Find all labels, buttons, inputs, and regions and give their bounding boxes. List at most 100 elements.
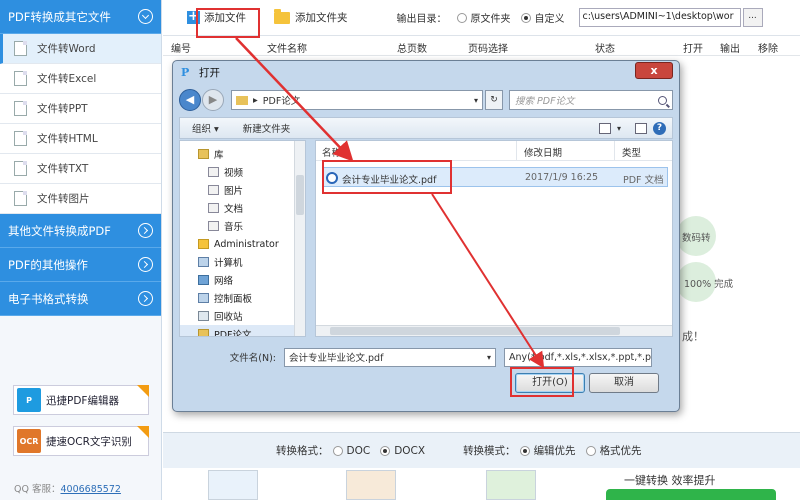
file-table-header: 编号 文件名称 总页数 页码选择 状态 打开 输出 移除 (163, 36, 800, 56)
chevron-right-icon (138, 291, 153, 306)
promo-label: 捷速OCR文字识别 (46, 435, 132, 448)
category-label: PDF转换成其它文件 (8, 9, 111, 24)
output-path-field[interactable]: c:\users\ADMINI~1\desktop\wor (578, 8, 741, 27)
radio-label: 自定义 (534, 14, 565, 25)
radio-label: DOC (346, 444, 371, 457)
sidebar-item-to-image[interactable]: 文件转图片 (0, 184, 161, 214)
add-folder-button[interactable]: 添加文件夹 (270, 7, 352, 29)
nav-item-administrator[interactable]: Administrator (180, 235, 305, 253)
recycle-bin-icon (198, 311, 209, 321)
document-icon (14, 191, 27, 206)
sidebar-item-label: 文件转图片 (37, 193, 90, 205)
folder-icon (198, 329, 209, 336)
control-panel-icon (198, 293, 209, 303)
nav-item-label: 控制面板 (214, 294, 253, 305)
pdf-editor-icon: P (17, 388, 41, 412)
file-type: PDF 文档 (623, 175, 664, 186)
new-folder-button[interactable]: 新建文件夹 (231, 121, 303, 135)
highlight-open-button (510, 367, 574, 397)
sidebar-item-to-ppt[interactable]: 文件转PPT (0, 94, 161, 124)
close-button[interactable]: x (635, 62, 673, 79)
radio-format-priority[interactable] (585, 445, 596, 456)
promo-pdf-editor[interactable]: P 迅捷PDF编辑器 (13, 385, 149, 415)
nav-item-network[interactable]: 网络 (180, 271, 305, 289)
qq-number-link[interactable]: 4006685572 (60, 484, 120, 495)
nav-item-control-panel[interactable]: 控制面板 (180, 289, 305, 307)
nav-item-documents[interactable]: 文档 (180, 199, 305, 217)
category-pdf-other-ops[interactable]: PDF的其他操作 (0, 248, 161, 282)
ocr-icon: OCR (17, 429, 41, 453)
highlight-add-file (196, 8, 260, 38)
help-icon[interactable]: ? (653, 121, 666, 135)
forward-icon[interactable]: ▶ (202, 89, 224, 111)
promo-ocr[interactable]: OCR 捷速OCR文字识别 (13, 426, 149, 456)
sidebar-item-label: 文件转HTML (37, 133, 98, 145)
nav-item-label: Administrator (214, 238, 279, 250)
chevron-right-icon: ▸ (253, 94, 258, 106)
category-label: 其他文件转换成PDF (8, 223, 111, 238)
navigation-pane: 库 视频 图片 文档 音乐 Administrator 计算机 网络 控制面板 … (179, 140, 306, 337)
radio-docx[interactable] (380, 445, 391, 456)
chevron-down-icon[interactable]: ▾ (474, 96, 478, 105)
cancel-button[interactable]: 取消 (589, 373, 659, 393)
nav-item-computer[interactable]: 计算机 (180, 253, 305, 271)
col-modified[interactable]: 修改日期 (524, 145, 562, 159)
nav-item-library[interactable]: 库 (180, 145, 305, 163)
nav-item-recycle-bin[interactable]: 回收站 (180, 307, 305, 325)
bg-partial-text: 数码转 (682, 233, 711, 244)
filename-input[interactable]: 会计专业毕业论文.pdf ▾ (284, 347, 496, 367)
file-type-filter[interactable]: Any(*.pdf,*.xls,*.xlsx,*.ppt,*.pp ▾ (504, 347, 652, 367)
network-icon (198, 275, 209, 285)
category-pdf-to-other[interactable]: PDF转换成其它文件 (0, 0, 161, 34)
sidebar-item-to-excel[interactable]: 文件转Excel (0, 64, 161, 94)
sidebar-item-to-txt[interactable]: 文件转TXT (0, 154, 161, 184)
document-icon (14, 131, 27, 146)
browse-button[interactable]: ... (742, 8, 763, 27)
highlight-selected-file (322, 160, 452, 194)
organize-button[interactable]: 组织 ▾ (180, 121, 231, 135)
radio-custom[interactable] (520, 12, 531, 23)
nav-item-video[interactable]: 视频 (180, 163, 305, 181)
sidebar-item-to-word[interactable]: 文件转Word (0, 34, 161, 64)
radio-original-folder[interactable] (456, 12, 467, 23)
nav-item-label: 图片 (224, 186, 244, 197)
category-other-to-pdf[interactable]: 其他文件转换成PDF (0, 214, 161, 248)
nav-item-music[interactable]: 音乐 (180, 217, 305, 235)
corner-badge (137, 385, 149, 397)
category-ebook-convert[interactable]: 电子书格式转换 (0, 282, 161, 316)
radio-label: DOCX (394, 444, 426, 457)
nav-scrollbar[interactable] (294, 141, 305, 336)
document-icon (14, 71, 27, 86)
radio-edit-priority[interactable] (519, 445, 530, 456)
col-name[interactable]: 名称 (322, 145, 341, 159)
qq-support: QQ 客服：4006685572 (14, 481, 121, 495)
chevron-down-icon[interactable]: ▾ (617, 124, 621, 133)
col-type[interactable]: 类型 (622, 145, 641, 159)
chevron-down-icon[interactable]: ▾ (487, 353, 491, 362)
breadcrumb[interactable]: ▸ PDF论文 ▾ (231, 90, 483, 110)
file-list-scrollbar[interactable] (316, 325, 672, 336)
address-bar: ◀ ▶ ▸ PDF论文 ▾ ↻ 搜索 PDF论文 (179, 87, 673, 113)
refresh-icon[interactable]: ↻ (485, 90, 503, 110)
nav-item-label: PDF论文 (214, 330, 252, 337)
nav-item-label: 网络 (214, 276, 234, 287)
convert-button[interactable] (606, 489, 776, 500)
filename-row: 文件名(N): 会计专业毕业论文.pdf ▾ Any(*.pdf,*.xls,*… (179, 347, 675, 367)
output-dir-label: 输出目录： (396, 14, 447, 25)
nav-item-pictures[interactable]: 图片 (180, 181, 305, 199)
view-options-icon[interactable] (598, 122, 611, 134)
open-file-dialog: P 打开 x ◀ ▶ ▸ PDF论文 ▾ ↻ 搜索 PDF论文 组织 ▾ 新建文… (172, 60, 680, 412)
document-icon (14, 101, 27, 116)
convert-thumbnail-icon (486, 470, 536, 500)
nav-item-pdf-thesis[interactable]: PDF论文 (180, 325, 305, 337)
nav-item-label: 计算机 (214, 258, 243, 269)
search-input[interactable]: 搜索 PDF论文 (509, 90, 673, 110)
col-pages: 总页数 (397, 44, 427, 55)
sidebar-item-to-html[interactable]: 文件转HTML (0, 124, 161, 154)
preview-pane-icon[interactable] (635, 122, 647, 134)
radio-doc[interactable] (332, 445, 343, 456)
user-icon (198, 239, 209, 249)
file-date: 2017/1/9 16:25 (525, 172, 599, 183)
back-icon[interactable]: ◀ (179, 89, 201, 111)
qq-label: QQ 客服： (14, 484, 61, 495)
